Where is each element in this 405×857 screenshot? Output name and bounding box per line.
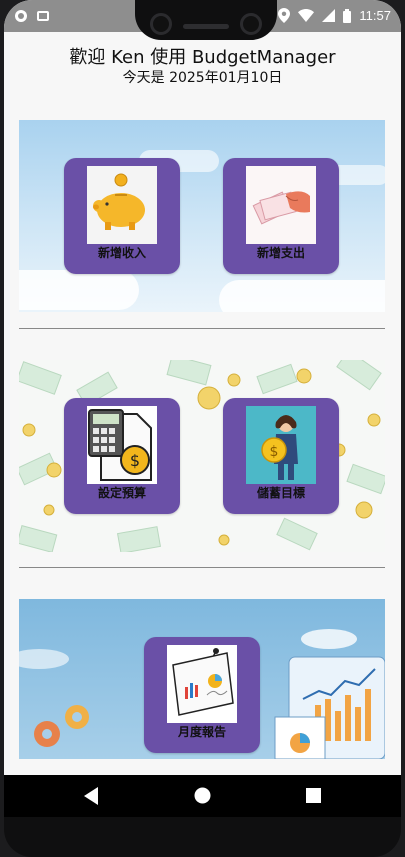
today-date: 今天是 2025年01月10日 (122, 70, 283, 86)
clock: 11:57 (359, 8, 391, 23)
location-icon (278, 8, 291, 23)
savings-woman-icon: $ (246, 406, 316, 484)
app-screen: 11:57 歡迎 Ken 使用 BudgetManager 今天是 2025年0… (4, 0, 401, 775)
earpiece-speaker (183, 24, 229, 29)
wifi-icon (298, 9, 315, 22)
set-budget-label: 設定預算 (97, 486, 146, 500)
notch (135, 0, 277, 40)
signal-icon (322, 9, 336, 22)
phone-frame: 11:57 歡迎 Ken 使用 BudgetManager 今天是 2025年0… (4, 0, 401, 857)
set-budget-button[interactable]: $ 設定預算 (64, 398, 180, 514)
add-income-button[interactable]: 新增收入 (64, 158, 180, 274)
calculator-budget-icon: $ (87, 406, 157, 484)
section-divider (19, 328, 385, 329)
money-hand-icon (246, 166, 316, 244)
add-income-label: 新增收入 (97, 246, 146, 260)
back-icon[interactable] (84, 787, 100, 805)
svg-text:$: $ (270, 444, 279, 460)
add-expense-button[interactable]: 新增支出 (223, 158, 339, 274)
battery-icon (343, 8, 352, 23)
front-sensor-icon (240, 13, 262, 35)
report-chart-icon (167, 645, 237, 723)
monthly-report-label: 月度報告 (177, 725, 226, 739)
welcome-message: 歡迎 Ken 使用 BudgetManager (69, 47, 336, 68)
home-icon[interactable] (194, 787, 211, 804)
app-icon (37, 11, 49, 21)
add-expense-label: 新增支出 (256, 246, 305, 260)
recents-icon[interactable] (306, 788, 321, 803)
savings-goal-label: 儲蓄目標 (256, 486, 305, 500)
front-camera-icon (150, 13, 172, 35)
android-nav-bar (4, 775, 401, 817)
piggy-bank-icon (87, 166, 157, 244)
notification-icon (15, 10, 27, 22)
monthly-report-button[interactable]: 月度報告 (144, 637, 260, 753)
savings-goal-button[interactable]: $ 儲蓄目標 (223, 398, 339, 514)
section-divider (19, 567, 385, 568)
svg-text:$: $ (130, 451, 140, 470)
